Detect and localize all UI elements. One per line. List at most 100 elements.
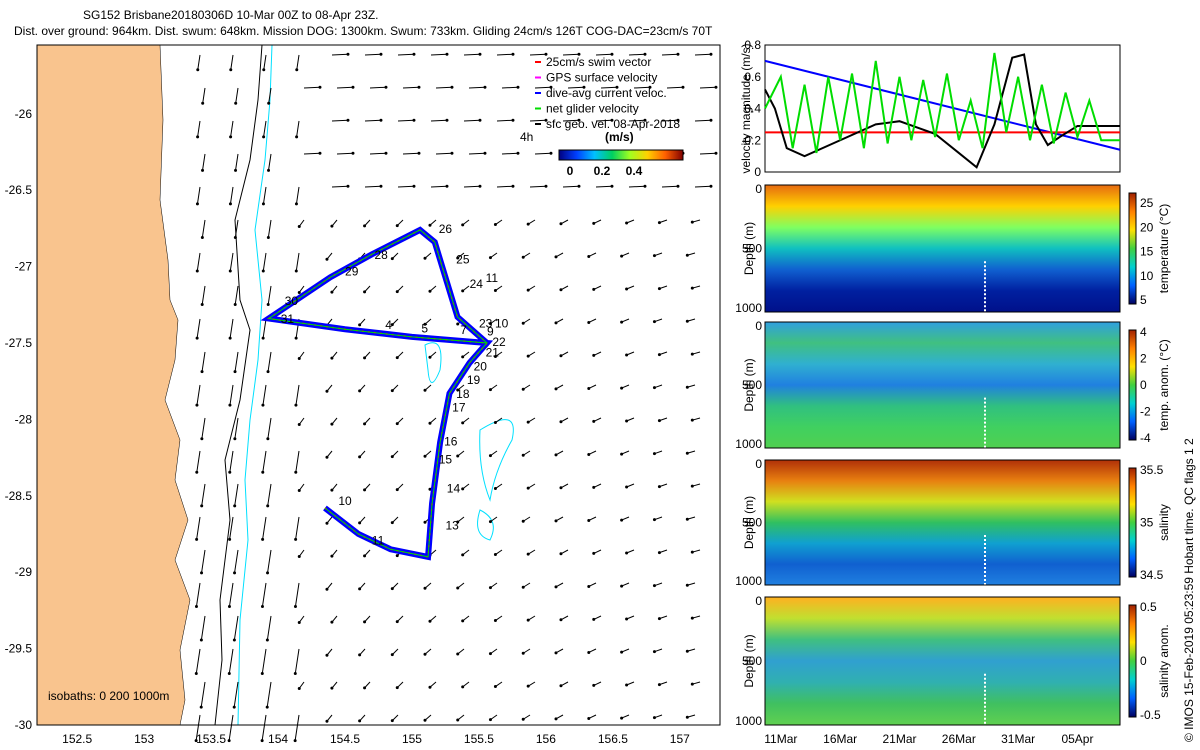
velocity-arrowhead — [554, 387, 558, 391]
velocity-arrowhead — [461, 421, 465, 425]
velocity-arrowhead — [363, 488, 367, 492]
colorbar-tick: 35 — [1140, 516, 1154, 530]
scale-label: 4h — [520, 130, 533, 144]
velocity-arrowhead — [293, 604, 297, 608]
velocity-arrowhead — [395, 686, 399, 690]
velocity-arrowhead — [260, 604, 264, 608]
velocity-arrowhead — [559, 552, 563, 556]
velocity-arrowhead — [456, 586, 460, 590]
velocity-arrowhead — [201, 101, 205, 105]
velocity-arrowhead — [559, 288, 563, 292]
velocity-arrowhead — [685, 385, 689, 389]
velocity-arrowhead — [592, 221, 596, 225]
velocity-arrowhead — [330, 554, 334, 558]
colorbar-tick: -0.5 — [1140, 708, 1161, 722]
velocity-arrowhead — [363, 686, 367, 690]
velocity-arrowhead — [625, 353, 629, 357]
velocity-arrowhead — [526, 684, 530, 688]
velocity-arrowhead — [521, 321, 525, 325]
velocity-arrowhead — [493, 487, 497, 491]
velocity-arrowhead — [456, 454, 460, 458]
velocity-arrowhead — [325, 389, 329, 393]
velocity-arrowhead — [493, 553, 497, 557]
velocity-arrowhead — [657, 683, 661, 687]
colorbar-tick: -2 — [1140, 405, 1151, 419]
velocity-arrowhead — [233, 437, 237, 441]
colorbar-tick: 15 — [1140, 245, 1154, 259]
velocity-arrowhead — [587, 650, 591, 654]
velocity-arrowhead — [200, 504, 204, 508]
colorbar-tick: 0 — [567, 164, 574, 178]
colorbar-tick: 10 — [1140, 269, 1154, 283]
x-tick-label: 26Mar — [942, 732, 976, 746]
velocity-arrowhead — [587, 254, 591, 258]
velocity-arrowhead — [196, 68, 200, 72]
velocity-arrowhead — [620, 386, 624, 390]
colorbar — [1128, 604, 1137, 718]
velocity-arrowhead — [559, 354, 563, 358]
velocity-arrowhead — [511, 118, 515, 122]
velocity-arrowhead — [265, 638, 269, 642]
velocity-arrowhead — [423, 586, 427, 590]
velocity-arrowhead — [379, 118, 383, 122]
velocity-arrowhead — [461, 553, 465, 557]
velocity-arrowhead — [351, 151, 355, 155]
velocity-arrowhead — [478, 184, 482, 188]
velocity-arrowhead — [554, 519, 558, 523]
velocity-arrowhead — [690, 484, 694, 488]
section-heatmap — [765, 322, 1120, 448]
velocity-arrowhead — [297, 620, 301, 624]
velocity-arrowhead — [227, 604, 231, 608]
day-label: 13 — [445, 518, 459, 532]
velocity-arrowhead — [521, 651, 525, 655]
velocity-arrowhead — [625, 419, 629, 423]
y-tick-label: -28.5 — [5, 489, 33, 503]
velocity-arrowhead — [690, 418, 694, 422]
velocity-arrowhead — [587, 386, 591, 390]
velocity-arrowhead — [483, 151, 487, 155]
velocity-arrowhead — [234, 168, 238, 172]
velocity-arrowhead — [511, 52, 515, 56]
velocity-arrowhead — [363, 224, 367, 228]
velocity-arrowhead — [488, 652, 492, 656]
figure: SG152 Brisbane20180306D 10-Mar 00Z to 08… — [0, 0, 1200, 750]
velocity-arrowhead — [294, 336, 298, 340]
velocity-arrowhead — [294, 470, 298, 474]
velocity-arrowhead — [652, 584, 656, 588]
velocity-arrowhead — [423, 388, 427, 392]
legend-label: net glider velocity — [546, 102, 639, 116]
velocity-arrowhead — [714, 151, 718, 155]
footer: © IMOS 15-Feb-2019 05:23:59 Hobart time.… — [1182, 438, 1196, 742]
velocity-arrowhead — [493, 619, 497, 623]
velocity-arrowhead — [493, 223, 497, 227]
velocity-arrowhead — [461, 685, 465, 689]
velocity-arrowhead — [297, 554, 301, 558]
y-tick-label: -26 — [15, 107, 33, 121]
velocity-arrowhead — [521, 387, 525, 391]
velocity-arrowhead — [461, 223, 465, 227]
velocity-arrowhead — [559, 618, 563, 622]
velocity-arrowhead — [261, 537, 265, 541]
velocity-arrowhead — [577, 184, 581, 188]
velocity-arrowhead — [461, 487, 465, 491]
velocity-arrowhead — [690, 352, 694, 356]
velocity-arrowhead — [228, 202, 232, 206]
velocity-arrowhead — [625, 287, 629, 291]
velocity-arrowhead — [610, 184, 614, 188]
velocity-arrowhead — [395, 290, 399, 294]
velocity-arrowhead — [625, 221, 629, 225]
velocity-arrowhead — [200, 303, 204, 307]
velocity-arrowhead — [261, 403, 265, 407]
velocity-arrowhead — [483, 85, 487, 89]
velocity-arrowhead — [461, 355, 465, 359]
colorbar-tick: 0.4 — [626, 164, 643, 178]
velocity-arrowhead — [228, 470, 232, 474]
velocity-arrowhead — [390, 389, 394, 393]
velocity-arrowhead — [592, 419, 596, 423]
velocity-arrowhead — [346, 184, 350, 188]
velocity-arrowhead — [676, 52, 680, 56]
velocity-arrowhead — [592, 683, 596, 687]
velocity-arrowhead — [685, 517, 689, 521]
colorbar-tick: 0 — [1140, 654, 1147, 668]
velocity-arrowhead — [625, 485, 629, 489]
